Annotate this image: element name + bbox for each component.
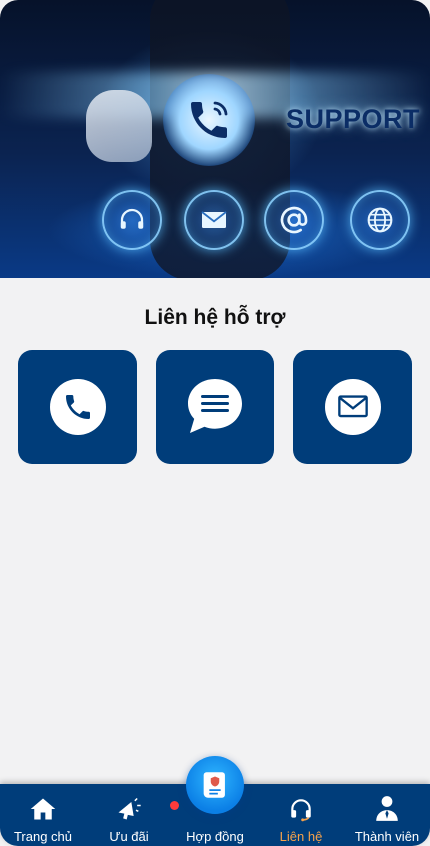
mail-icon-circle: [324, 379, 381, 435]
tab-contracts-label: Hợp đồng: [186, 829, 244, 844]
banner-headset-icon: [102, 190, 162, 250]
tab-home-label: Trang chủ: [13, 829, 73, 844]
tab-contact-label: Liên hệ: [279, 829, 323, 844]
chat-message-icon: [188, 379, 242, 433]
banner-phone-icon: [163, 74, 255, 166]
banner-mail-icon: [184, 190, 244, 250]
banner-hand: [86, 90, 152, 162]
support-banner: SUPPORT: [0, 0, 430, 278]
chat-contact-button[interactable]: [156, 350, 274, 464]
phone-contact-button[interactable]: [18, 350, 137, 464]
banner-at-sign-icon: [264, 190, 324, 250]
tab-promotions[interactable]: Ưu đãi: [86, 784, 179, 846]
contract-center-button[interactable]: [186, 756, 244, 814]
page-title: Liên hệ hỗ trợ: [144, 306, 286, 329]
phone-icon-circle: [49, 379, 106, 435]
mail-icon: [337, 395, 368, 418]
home-icon: [30, 798, 56, 820]
member-profile-icon: [376, 796, 398, 821]
tab-contact[interactable]: Liên hệ: [258, 784, 344, 846]
tab-home[interactable]: Trang chủ: [0, 784, 86, 846]
tab-member-label: Thành viên: [354, 829, 420, 844]
mail-contact-button[interactable]: [293, 350, 412, 464]
phone-icon: [65, 395, 90, 419]
banner-title: SUPPORT: [285, 104, 420, 134]
tab-promotions-label: Ưu đãi: [109, 829, 149, 844]
promo-megaphone-icon: [118, 797, 141, 820]
contract-document-icon: [203, 772, 225, 798]
headset-icon: [291, 799, 311, 822]
tab-member[interactable]: Thành viên: [344, 784, 430, 846]
banner-globe-icon: [350, 190, 410, 250]
